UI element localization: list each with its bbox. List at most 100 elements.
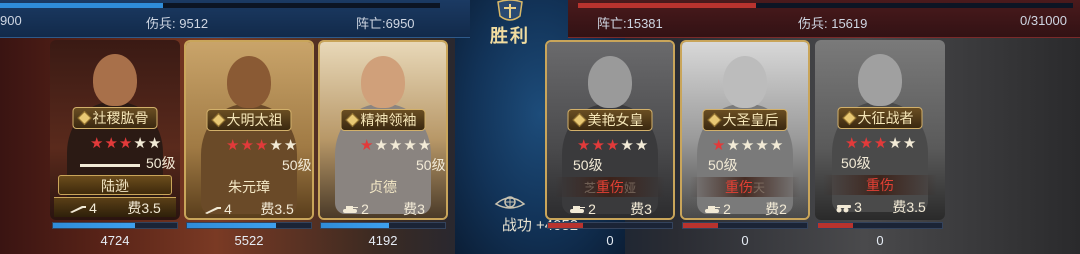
ally-troop-count: 5522 bbox=[234, 233, 264, 248]
enemy-troop-fill bbox=[548, 223, 583, 228]
enemy-troop-count: 0 bbox=[606, 233, 614, 248]
hero-title: 大征战者 bbox=[857, 110, 914, 126]
enemy-troop-bar bbox=[682, 222, 808, 229]
hero-title: 大圣皇后 bbox=[722, 112, 779, 128]
hero-head bbox=[361, 56, 405, 108]
hero-head bbox=[723, 56, 767, 108]
victory-emblem-icon bbox=[497, 0, 523, 21]
enemy-troops: 0/31000 bbox=[1020, 13, 1067, 28]
enemy-hp-track bbox=[578, 3, 1073, 8]
ally-hp-track bbox=[0, 3, 440, 8]
hero-cost-row: 2 费2 bbox=[686, 199, 804, 218]
hero-xp-fill bbox=[80, 164, 140, 167]
ally-troop-fill bbox=[53, 223, 135, 228]
hero-unit-value: 2 bbox=[588, 201, 596, 217]
hero-title: 美艳女皇 bbox=[587, 112, 644, 128]
hero-unit: 2 bbox=[568, 201, 596, 217]
hero-name-ghost-right: 娅 bbox=[624, 181, 637, 195]
hero-status-plate: 重伤天 bbox=[690, 177, 800, 197]
enemy-hero-card[interactable]: 大圣皇后 ★★★★★ 50级重伤天 2 费2 bbox=[680, 40, 810, 220]
hero-title-tag: 大明太祖 bbox=[206, 109, 292, 131]
hero-cost: 费3 bbox=[630, 201, 652, 217]
hero-stars: ★★★★★ bbox=[360, 137, 433, 154]
ally-troop-fill bbox=[321, 223, 390, 228]
enemy-hero-card[interactable]: 美艳女皇 ★★★★★ 50级 芝重伤娅 2 费3 bbox=[545, 40, 675, 220]
hero-level: 50级 bbox=[416, 157, 446, 173]
hero-unit: 2 bbox=[341, 201, 369, 217]
hero-cost: 费3 bbox=[403, 201, 425, 217]
ally-troop-count: 4724 bbox=[100, 233, 130, 248]
ally-hero-card[interactable]: 社稷肱骨 ★★★★★ 50级 陆逊 4 费3.5 bbox=[50, 40, 180, 220]
hero-unit-value: 4 bbox=[224, 201, 232, 217]
merit-icon bbox=[494, 196, 526, 209]
hero-unit-value: 2 bbox=[361, 201, 369, 217]
enemy-troop-fill bbox=[818, 223, 853, 228]
enemy-stats-bar: 阵亡:15381 伤兵: 15619 0/31000 bbox=[568, 0, 1080, 38]
hero-cost: 费3.5 bbox=[892, 199, 926, 215]
rifle-icon bbox=[204, 201, 224, 217]
hero-stars: ★★★★★ bbox=[712, 137, 785, 154]
hero-level: 50级 bbox=[146, 155, 176, 171]
title-gem-icon bbox=[77, 110, 92, 126]
hero-head bbox=[93, 54, 137, 106]
hero-head bbox=[588, 56, 632, 108]
hero-name: 贞德 bbox=[369, 179, 397, 195]
hero-cost-row: 4 费3.5 bbox=[54, 197, 176, 217]
hero-unit: 4 bbox=[204, 201, 232, 217]
enemy-troop-bar bbox=[547, 222, 673, 229]
hero-title-tag: 大征战者 bbox=[837, 107, 923, 129]
hero-level: 50级 bbox=[841, 155, 871, 171]
hero-title-tag: 大圣皇后 bbox=[702, 109, 788, 131]
ally-wounded: 伤兵: 9512 bbox=[146, 16, 209, 31]
hero-name-ghost-left: 芝 bbox=[583, 181, 596, 195]
hero-stars: ★★★★★ bbox=[577, 137, 650, 154]
hero-level: 50级 bbox=[708, 157, 738, 173]
hero-status-plate: 重伤 bbox=[823, 175, 937, 195]
hero-unit-value: 2 bbox=[723, 201, 731, 217]
hero-unit: 2 bbox=[703, 201, 731, 217]
ally-killed: 阵亡:6950 bbox=[356, 16, 415, 31]
hero-head bbox=[227, 56, 271, 108]
hero-title-tag: 精神领袖 bbox=[340, 109, 426, 131]
tank-icon bbox=[341, 201, 361, 217]
enemy-troop-count: 0 bbox=[741, 233, 749, 248]
ally-troop-fill bbox=[187, 223, 277, 228]
enemy-troop-count: 0 bbox=[876, 233, 884, 248]
ally-stats-bar: 900 伤兵: 9512 阵亡:6950 bbox=[0, 0, 470, 38]
cannon-icon bbox=[834, 199, 854, 215]
ally-troops: 900 bbox=[0, 13, 22, 28]
hero-title-tag: 美艳女皇 bbox=[567, 109, 653, 131]
title-gem-icon bbox=[707, 112, 722, 128]
hero-status: 重伤 bbox=[724, 179, 753, 195]
hero-cost-row: 2 费3 bbox=[324, 199, 442, 218]
rifle-icon bbox=[69, 200, 89, 216]
hero-title: 大明太祖 bbox=[226, 112, 283, 128]
title-gem-icon bbox=[842, 110, 857, 126]
hero-cost-row: 3 费3.5 bbox=[819, 197, 941, 217]
hero-cost-row: 2 费3 bbox=[551, 199, 669, 218]
hero-stars: ★★★★★ bbox=[845, 135, 918, 152]
enemy-hero-card[interactable]: 大征战者 ★★★★★ 50级 重伤 3 费3.5 bbox=[815, 40, 945, 220]
hero-status-plate: 芝重伤娅 bbox=[555, 177, 665, 197]
tank-icon bbox=[703, 201, 723, 217]
ally-troop-bar bbox=[52, 222, 178, 229]
hero-name: 朱元璋 bbox=[228, 179, 270, 195]
battle-result: 胜利 bbox=[490, 26, 530, 46]
ally-hero-card[interactable]: 大明太祖 ★★★★★ 50级 朱元璋 4 费3.5 bbox=[184, 40, 314, 220]
title-gem-icon bbox=[345, 112, 360, 128]
hero-cost: 费2 bbox=[765, 201, 787, 217]
hero-unit: 3 bbox=[834, 199, 862, 215]
hero-status: 重伤 bbox=[866, 177, 894, 193]
ally-troop-count: 4192 bbox=[368, 233, 398, 248]
hero-name: 陆逊 bbox=[58, 175, 172, 195]
hero-unit-value: 4 bbox=[89, 199, 97, 216]
ally-hero-card[interactable]: 精神领袖 ★★★★★ 50级 贞德 2 费3 bbox=[318, 40, 448, 220]
hero-title: 社稷肱骨 bbox=[92, 110, 149, 126]
hero-head bbox=[858, 54, 902, 106]
title-gem-icon bbox=[211, 112, 226, 128]
hero-cost-row: 4 费3.5 bbox=[190, 199, 308, 218]
ally-hp-fill bbox=[0, 3, 163, 8]
hero-unit-value: 3 bbox=[854, 199, 862, 215]
ally-troop-bar bbox=[186, 222, 312, 229]
hero-cost: 费3.5 bbox=[127, 199, 161, 216]
